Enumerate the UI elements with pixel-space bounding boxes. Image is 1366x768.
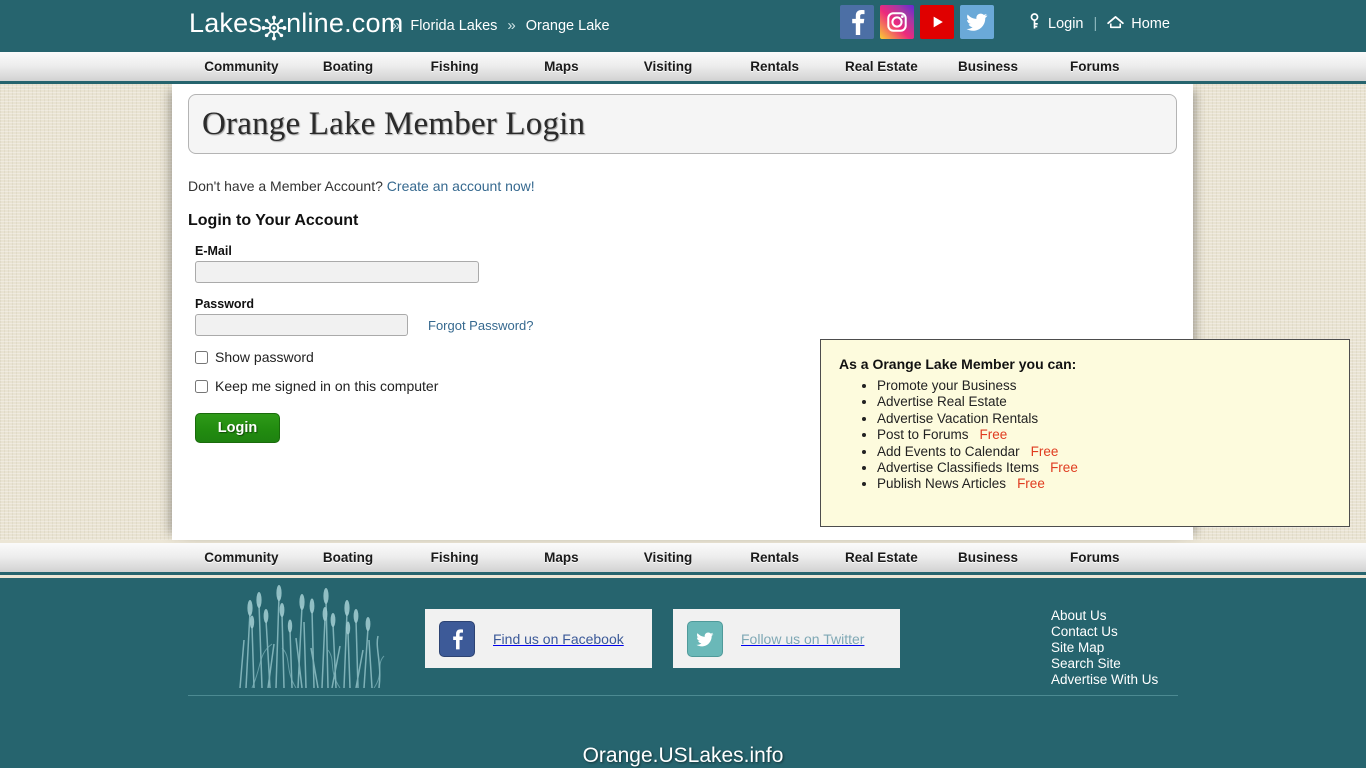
- benefits-list: Promote your Business Advertise Real Est…: [839, 378, 1331, 493]
- benefit-free-badge: Free: [1017, 476, 1045, 492]
- nav-item-visiting[interactable]: Visiting: [615, 59, 722, 74]
- benefit-item: Add Events to Calendar Free: [877, 444, 1331, 460]
- password-row: Forgot Password?: [195, 314, 1177, 336]
- youtube-icon[interactable]: [920, 5, 954, 39]
- page-title-box: Orange Lake Member Login: [188, 94, 1177, 154]
- benefit-text: Post to Forums: [877, 427, 969, 443]
- header-home-link[interactable]: Home: [1131, 16, 1170, 32]
- breadcrumb-separator-2: »: [507, 17, 516, 34]
- site-name-label: Orange.USLakes.info: [582, 744, 784, 767]
- no-account-text: Don't have a Member Account?: [188, 178, 383, 194]
- benefit-item: Advertise Vacation Rentals: [877, 411, 1331, 427]
- benefit-text: Advertise Real Estate: [877, 394, 1007, 410]
- footer-nav-item-fishing[interactable]: Fishing: [401, 550, 508, 565]
- benefit-item: Promote your Business: [877, 378, 1331, 394]
- facebook-button-label: Find us on Facebook: [493, 630, 624, 647]
- header-link-divider: |: [1093, 15, 1098, 32]
- login-section-heading: Login to Your Account: [188, 212, 359, 229]
- benefit-free-badge: Free: [1050, 460, 1078, 476]
- ship-wheel-icon: [261, 15, 287, 41]
- benefit-item: Post to Forums Free: [877, 427, 1331, 443]
- footer-link-search-site[interactable]: Search Site: [1051, 656, 1158, 672]
- benefit-item: Publish News Articles Free: [877, 476, 1331, 492]
- nav-item-boating[interactable]: Boating: [295, 59, 402, 74]
- primary-navigation-top: Community Boating Fishing Maps Visiting …: [0, 52, 1366, 84]
- footer-link-advertise-with-us[interactable]: Advertise With Us: [1051, 672, 1158, 688]
- footer-nav-item-real-estate[interactable]: Real Estate: [828, 550, 935, 565]
- nav-item-forums[interactable]: Forums: [1041, 59, 1148, 74]
- keep-signed-in-checkbox[interactable]: [195, 379, 208, 393]
- breadcrumb: » Florida Lakes » Orange Lake: [392, 17, 610, 34]
- benefit-text: Add Events to Calendar: [877, 443, 1020, 459]
- twitter-icon[interactable]: [960, 5, 994, 39]
- nav-links-top: Community Boating Fishing Maps Visiting …: [188, 52, 1148, 81]
- benefit-free-badge: Free: [1030, 443, 1059, 459]
- show-password-label: Show password: [215, 349, 314, 365]
- header-account-links: Login | Home: [1028, 13, 1170, 34]
- home-icon: [1107, 15, 1125, 33]
- nav-item-maps[interactable]: Maps: [508, 59, 615, 74]
- facebook-icon[interactable]: [840, 5, 874, 39]
- find-us-on-facebook-button[interactable]: Find us on Facebook: [425, 609, 652, 668]
- create-account-link[interactable]: Create an account now!: [387, 178, 535, 194]
- site-footer: Find us on Facebook Follow us on Twitter…: [0, 578, 1366, 768]
- email-label: E-Mail: [195, 244, 232, 258]
- nav-links-bottom: Community Boating Fishing Maps Visiting …: [188, 543, 1148, 572]
- benefit-text: Advertise Vacation Rentals: [877, 410, 1039, 426]
- instagram-icon[interactable]: [880, 5, 914, 39]
- footer-nav-item-forums[interactable]: Forums: [1041, 550, 1148, 565]
- nav-item-rentals[interactable]: Rentals: [721, 59, 828, 74]
- nav-item-business[interactable]: Business: [935, 59, 1042, 74]
- site-logo[interactable]: Lakes nline.com: [189, 8, 404, 40]
- benefits-heading: As a Orange Lake Member you can:: [839, 356, 1077, 372]
- breadcrumb-link-orange-lake[interactable]: Orange Lake: [526, 18, 610, 34]
- nav-item-fishing[interactable]: Fishing: [401, 59, 508, 74]
- login-button[interactable]: Login: [195, 413, 280, 443]
- footer-nav-item-business[interactable]: Business: [935, 550, 1042, 565]
- logo-text-lakes: Lakes: [189, 8, 263, 38]
- breadcrumb-separator-1: »: [392, 17, 401, 34]
- facebook-icon: [439, 620, 475, 657]
- nav-item-community[interactable]: Community: [188, 59, 295, 74]
- footer-links: About Us Contact Us Site Map Search Site…: [1051, 608, 1158, 688]
- keep-signed-in-label: Keep me signed in on this computer: [215, 378, 439, 394]
- footer-nav-item-maps[interactable]: Maps: [508, 550, 615, 565]
- email-input[interactable]: [195, 261, 479, 283]
- footer-link-contact-us[interactable]: Contact Us: [1051, 624, 1158, 640]
- benefit-item: Advertise Real Estate: [877, 394, 1331, 410]
- follow-us-on-twitter-button[interactable]: Follow us on Twitter: [673, 609, 900, 668]
- benefit-free-badge: Free: [979, 427, 1008, 443]
- footer-link-about-us[interactable]: About Us: [1051, 608, 1158, 624]
- footer-nav-item-boating[interactable]: Boating: [295, 550, 402, 565]
- no-account-prompt: Don't have a Member Account? Create an a…: [188, 178, 1177, 194]
- benefit-text: Advertise Classifieds Items: [877, 460, 1040, 476]
- main-content-panel: Orange Lake Member Login Don't have a Me…: [172, 84, 1350, 540]
- member-benefits-box: As a Orange Lake Member you can: Promote…: [820, 339, 1350, 527]
- show-password-checkbox[interactable]: [195, 350, 208, 364]
- password-label: Password: [195, 297, 255, 311]
- site-header: Lakes nline.com » Florida Lakes » Orange…: [0, 0, 1366, 52]
- password-input[interactable]: [195, 314, 408, 336]
- footer-nav-item-visiting[interactable]: Visiting: [615, 550, 722, 565]
- primary-navigation-bottom: Community Boating Fishing Maps Visiting …: [0, 543, 1366, 575]
- key-icon: [1028, 13, 1041, 34]
- nav-item-real-estate[interactable]: Real Estate: [828, 59, 935, 74]
- twitter-button-label: Follow us on Twitter: [741, 630, 865, 647]
- benefit-item: Advertise Classifieds Items Free: [877, 460, 1331, 476]
- forgot-password-link[interactable]: Forgot Password?: [428, 318, 534, 336]
- footer-link-site-map[interactable]: Site Map: [1051, 640, 1158, 656]
- logo-text-online: nline.com: [286, 8, 404, 38]
- header-login-link[interactable]: Login: [1048, 16, 1083, 32]
- breadcrumb-link-florida-lakes[interactable]: Florida Lakes: [410, 18, 497, 34]
- footer-divider: [188, 695, 1178, 696]
- page-title: Orange Lake Member Login: [202, 105, 586, 142]
- social-icon-group: [840, 5, 994, 39]
- benefit-text: Publish News Articles: [877, 476, 1007, 492]
- cattail-reeds-graphic: [232, 578, 392, 689]
- footer-nav-item-community[interactable]: Community: [188, 550, 295, 565]
- benefit-text: Promote your Business: [877, 378, 1017, 393]
- footer-nav-item-rentals[interactable]: Rentals: [721, 550, 828, 565]
- twitter-icon: [687, 620, 723, 657]
